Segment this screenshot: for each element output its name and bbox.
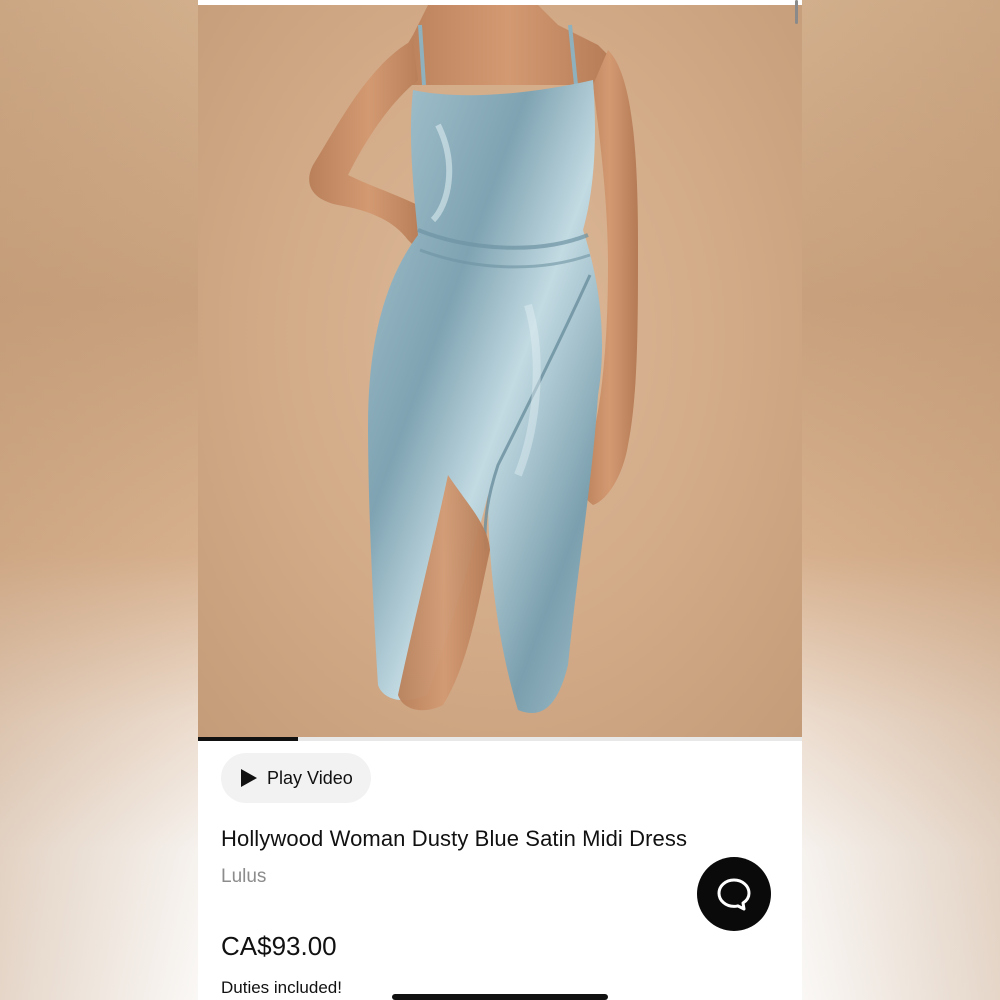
product-title: Hollywood Woman Dusty Blue Satin Midi Dr… bbox=[221, 826, 688, 851]
duties-note: Duties included! bbox=[221, 978, 342, 997]
play-icon bbox=[241, 769, 257, 787]
home-indicator bbox=[392, 994, 608, 1000]
chat-button[interactable] bbox=[697, 857, 771, 931]
product-brand[interactable]: Lulus bbox=[221, 866, 266, 888]
dress-illustration bbox=[309, 5, 638, 713]
play-video-button[interactable]: Play Video bbox=[221, 753, 371, 803]
play-video-label: Play Video bbox=[267, 767, 353, 788]
product-price: CA$93.00 bbox=[221, 931, 337, 961]
chat-bubble-icon bbox=[717, 878, 751, 911]
gallery-progress-fill bbox=[198, 737, 298, 741]
product-image[interactable] bbox=[198, 5, 802, 737]
gallery-progress-track bbox=[198, 737, 802, 741]
app-screen: Play Video Hollywood Woman Dusty Blue Sa… bbox=[198, 0, 802, 1000]
scroll-indicator bbox=[795, 0, 798, 24]
